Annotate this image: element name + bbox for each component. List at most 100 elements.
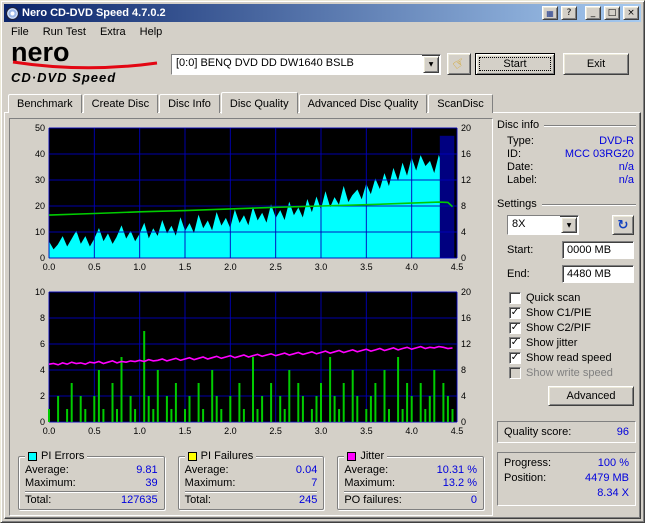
minimize-button[interactable]: _ (585, 6, 601, 20)
jitter-stats: JitterAverage:10.31 %Maximum:13.2 %PO fa… (337, 456, 484, 510)
checkbox-show-c1-pie[interactable]: ✓ (509, 307, 521, 319)
svg-text:30: 30 (35, 175, 45, 185)
disc-info-id-row: ID:MCC 03RG20 (507, 148, 634, 161)
titlebar[interactable]: Nero CD-DVD Speed 4.7.0.2 ▦ ? _ □ × (4, 4, 641, 22)
scan-speed-select[interactable]: 8X ▼ (507, 215, 579, 235)
checkbox-label-show-c2-pif: Show C2/PIF (526, 322, 591, 334)
progress-progress-label: Progress: (504, 456, 551, 471)
close-button[interactable]: × (623, 6, 639, 20)
checkbox-show-c2-pif[interactable]: ✓ (509, 322, 521, 334)
menu-help[interactable]: Help (133, 24, 170, 40)
disc-info-date-row: Date:n/a (507, 161, 634, 174)
pi-failures-legend: PI Failures (185, 450, 257, 462)
svg-text:3.5: 3.5 (360, 426, 373, 436)
grid-icon: ▦ (546, 8, 554, 19)
settings-title: Settings (497, 198, 537, 210)
pi-errors-maximum-row: Maximum:39 (25, 477, 158, 490)
svg-text:4: 4 (461, 227, 466, 237)
pi-errors-legend: PI Errors (25, 450, 87, 462)
checkmark-icon: ✓ (511, 323, 519, 333)
drive-eject-button[interactable]: ☞ (447, 53, 471, 75)
svg-text:3.0: 3.0 (315, 262, 328, 272)
checkbox-row-show-c1-pie[interactable]: ✓Show C1/PIE (509, 305, 634, 320)
side-panel: Disc info Type:DVD-RID:MCC 03RG20Date:n/… (497, 118, 636, 514)
disc-info-type-row: Type: DVD-R (507, 135, 634, 148)
disc-info-type-label: Type: (507, 135, 534, 148)
tab-advanced-disc-quality[interactable]: Advanced Disc Quality (299, 94, 428, 113)
svg-text:8: 8 (40, 313, 45, 323)
advanced-button-label: Advanced (567, 390, 616, 402)
pi-failures-total-label: Total: (185, 494, 211, 507)
svg-text:10: 10 (35, 227, 45, 237)
checkbox-row-quick-scan[interactable]: Quick scan (509, 290, 634, 305)
tab-disc-info[interactable]: Disc Info (159, 94, 220, 113)
maximize-button[interactable]: □ (604, 6, 620, 20)
svg-text:8: 8 (461, 365, 466, 375)
checkbox-show-jitter[interactable]: ✓ (509, 337, 521, 349)
end-position-row: End: 4480 MB (507, 264, 634, 283)
titlebar-extra-button-1[interactable]: ▦ (542, 6, 558, 20)
start-position-input[interactable]: 0000 MB (562, 241, 634, 259)
svg-text:50: 50 (35, 123, 45, 133)
svg-text:20: 20 (461, 123, 471, 133)
jitter-average-row: Average:10.31 % (344, 464, 477, 477)
progress-extra-row: 8.34 X (504, 486, 629, 501)
maximize-icon: □ (608, 8, 617, 19)
menu-extra[interactable]: Extra (93, 24, 133, 40)
pi-failures-chart: 0.00.51.01.52.02.53.03.54.04.50246810048… (11, 286, 491, 444)
start-button[interactable]: Start (475, 53, 555, 75)
checkbox-show-write-speed[interactable] (509, 367, 521, 379)
titlebar-extra-button-2[interactable]: ? (561, 6, 577, 20)
jitter-maximum-value: 13.2 % (443, 477, 477, 490)
svg-text:2: 2 (40, 391, 45, 401)
tab-disc-quality[interactable]: Disc Quality (221, 92, 298, 114)
checkmark-icon: ✓ (511, 353, 519, 363)
svg-text:16: 16 (461, 149, 471, 159)
checkbox-quick-scan[interactable] (509, 292, 521, 304)
svg-text:4.5: 4.5 (451, 262, 464, 272)
svg-text:0.5: 0.5 (88, 262, 101, 272)
minimize-icon: _ (591, 8, 596, 19)
svg-text:2.0: 2.0 (224, 262, 237, 272)
pi-failures-maximum-value: 7 (311, 477, 317, 490)
chevron-down-icon[interactable]: ▼ (423, 56, 439, 73)
checkbox-row-show-write-speed[interactable]: Show write speed (509, 365, 634, 380)
svg-text:1.0: 1.0 (133, 262, 146, 272)
jitter-legend: Jitter (344, 450, 387, 462)
svg-text:2.0: 2.0 (224, 426, 237, 436)
app-window: Nero CD-DVD Speed 4.7.0.2 ▦ ? _ □ × File… (0, 0, 645, 523)
svg-text:0: 0 (40, 253, 45, 263)
divider (185, 491, 318, 493)
exit-button[interactable]: Exit (563, 53, 629, 75)
checkbox-row-show-c2-pif[interactable]: ✓ Show C2/PIF (509, 320, 634, 335)
drive-select[interactable]: [0:0] BENQ DVD DD DW1640 BSLB ▼ (171, 54, 441, 75)
svg-text:6: 6 (40, 339, 45, 349)
divider (542, 204, 636, 206)
pi-failures-total-row: Total:245 (185, 494, 318, 507)
disc-info-type-value: DVD-R (599, 135, 634, 148)
svg-text:0.5: 0.5 (88, 426, 101, 436)
pi-errors-total-row: Total:127635 (25, 494, 158, 507)
svg-text:4.0: 4.0 (405, 262, 418, 272)
checkbox-label-show-read-speed: Show read speed (526, 352, 612, 364)
help-icon: ? (567, 8, 572, 19)
svg-text:20: 20 (35, 201, 45, 211)
svg-text:4: 4 (40, 365, 45, 375)
advanced-button[interactable]: Advanced (548, 386, 634, 406)
pi-failures-legend-swatch (188, 452, 197, 461)
checkbox-show-read-speed[interactable]: ✓ (509, 352, 521, 364)
tab-benchmark[interactable]: Benchmark (8, 94, 82, 113)
tab-create-disc[interactable]: Create Disc (83, 94, 158, 113)
refresh-button[interactable]: ↻ (612, 215, 634, 235)
chevron-down-icon[interactable]: ▼ (561, 217, 577, 233)
pi-errors-total-value: 127635 (121, 494, 158, 507)
checkbox-row-show-read-speed[interactable]: ✓ Show read speed (509, 350, 634, 365)
end-position-input[interactable]: 4480 MB (562, 265, 634, 283)
svg-text:1.0: 1.0 (133, 426, 146, 436)
end-position-label: End: (507, 268, 562, 280)
pi-failures-maximum-label: Maximum: (185, 477, 236, 490)
quality-score-box: Quality score: 96 (497, 421, 636, 443)
tab-scandisc[interactable]: ScanDisc (428, 94, 492, 113)
checkbox-row-show-jitter[interactable]: ✓Show jitter (509, 335, 634, 350)
disc-info-label-label: Label: (507, 174, 537, 187)
